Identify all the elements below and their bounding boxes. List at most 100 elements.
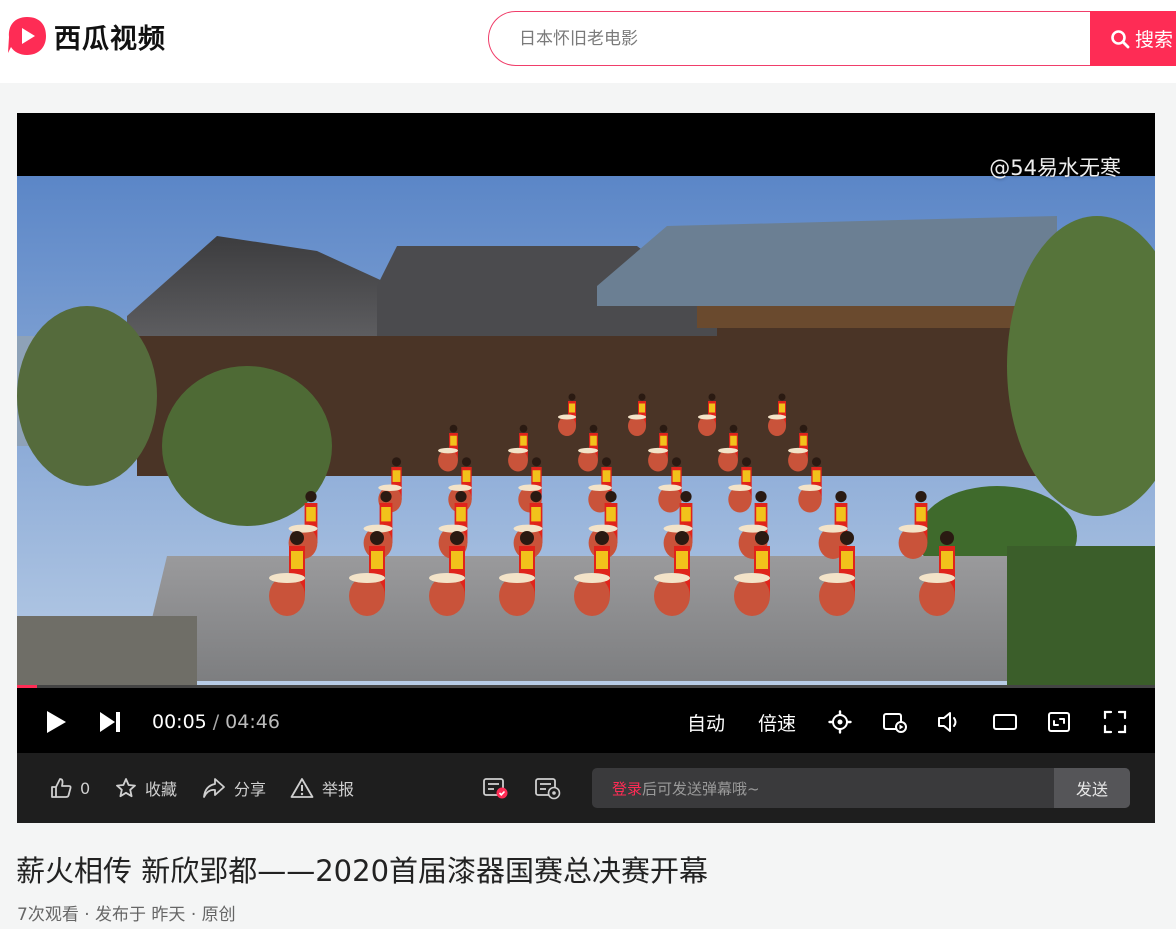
player-controls: 00:05 / 04:46 自动 倍速 [17,691,1155,753]
drum-head [574,573,610,583]
performer-head [305,491,317,503]
danmaku-on-icon [483,778,508,799]
performer-vest [520,435,527,446]
play-icon [47,711,66,733]
drum-head [508,447,528,454]
drum-head [448,484,472,492]
performer-head [755,491,767,503]
fullscreen-button[interactable] [1103,691,1127,753]
performer-head [391,457,402,467]
performer-vest [291,551,303,569]
login-link[interactable]: 登录 [612,778,642,799]
loop-play-icon [883,713,907,733]
performer-head [568,393,576,401]
danmaku-toggle-button[interactable] [482,753,518,823]
search-icon [1111,29,1130,48]
drum-head [654,573,690,583]
performer-vest [306,507,316,522]
report-button[interactable]: 举报 [290,753,354,823]
search-button[interactable]: 搜索 [1090,11,1176,66]
speed-button[interactable]: 倍速 [758,691,796,753]
performer-vest [639,403,645,413]
performer-head [799,424,808,433]
share-label: 分享 [234,780,267,799]
performer-head [708,393,716,401]
auto-label: 自动 [687,712,726,735]
drum-head [349,573,385,583]
star-icon [116,778,136,798]
video-frame[interactable] [17,176,1155,686]
performer-vest [916,507,926,522]
performer-head [811,457,822,467]
theater-mode-button[interactable] [992,691,1018,753]
auto-quality-button[interactable]: 自动 [687,691,725,753]
danmaku-placeholder[interactable]: 登录 后可发送弹幕哦~ [592,768,1054,808]
drum-head [378,484,402,492]
drum-head [438,447,458,454]
performer-vest [531,507,541,522]
share-button[interactable]: 分享 [202,753,266,823]
next-icon [100,712,120,732]
video-watermark: @54易水无寒 [989,156,1121,180]
performer-vest [462,470,471,482]
video-player[interactable]: @54易水无寒 00:05 / 04:46 自动 倍速 [17,113,1155,753]
performer-vest [532,470,541,482]
drum-head [788,447,808,454]
like-button[interactable]: 0 [50,753,90,823]
drum-head [518,484,542,492]
next-button[interactable] [98,691,122,753]
danmaku-input[interactable]: 登录 后可发送弹幕哦~ 发送 [592,768,1130,808]
performer-head [380,491,392,503]
performer-vest [521,551,533,569]
performer-vest [392,470,401,482]
performer-head [519,424,528,433]
like-count: 0 [80,778,91,798]
logo[interactable]: 西瓜视频 [6,15,166,57]
performer-vest [456,507,466,522]
performer-head [940,531,954,545]
time-display: 00:05 / 04:46 [152,691,280,753]
performer-head [638,393,646,401]
performer-vest [660,435,667,446]
performer-head [290,531,304,545]
warning-icon [290,778,314,798]
play-button[interactable] [45,691,67,753]
performer-vest [756,551,768,569]
performer-vest [371,551,383,569]
top-header: 西瓜视频 搜索 [0,0,1176,83]
drum-head [499,573,535,583]
search-input[interactable] [488,11,1090,66]
performer-head [915,491,927,503]
danmaku-hint-text: 后可发送弹幕哦~ [642,779,760,798]
performer-vest [756,507,766,522]
drum-head [698,414,716,420]
danmaku-settings-button[interactable] [534,753,570,823]
send-button[interactable]: 发送 [1054,768,1130,808]
drum-head [658,484,682,492]
drum-head [818,524,848,533]
performer-head [589,424,598,433]
search-button-label: 搜索 [1135,29,1174,51]
performer-head [659,424,668,433]
settings-button[interactable] [828,691,852,753]
speed-label: 倍速 [758,712,797,735]
drum-head [663,524,693,533]
performer-head [601,457,612,467]
favorite-button[interactable]: 收藏 [115,753,177,823]
performer-vest [590,435,597,446]
performer-vest [709,403,715,413]
performer-vest [381,507,391,522]
volume-button[interactable] [937,691,963,753]
performer-vest [606,507,616,522]
progress-bar[interactable] [17,685,1155,688]
loop-play-button[interactable] [882,691,908,753]
share-icon [203,778,225,798]
web-fullscreen-button[interactable] [1047,691,1071,753]
drum-head [898,524,928,533]
drum-head [919,573,955,583]
time-separator: / [212,711,220,733]
action-bar: 0 收藏 分享 举报 登录 后可发送弹幕哦~ 发送 [17,753,1155,823]
performer-head [671,457,682,467]
performer-head [531,457,542,467]
web-fullscreen-icon [1048,712,1070,732]
